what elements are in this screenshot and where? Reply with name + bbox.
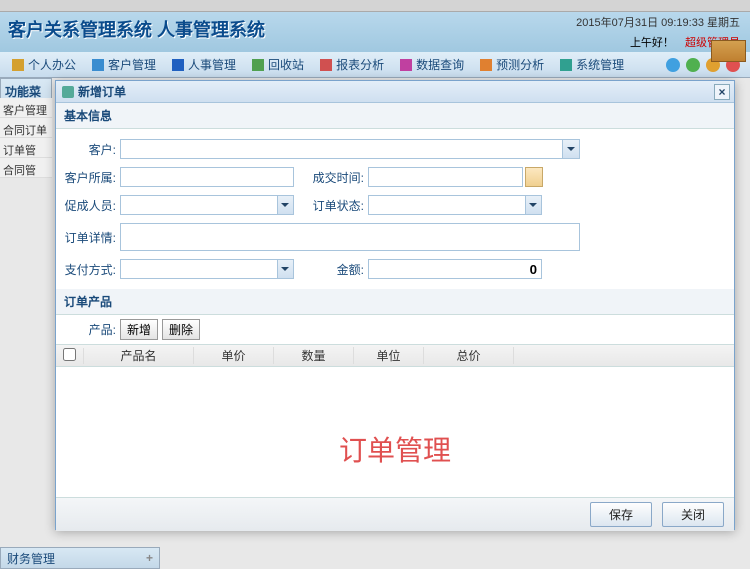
label-customer: 客户: <box>64 141 120 158</box>
close-icon[interactable]: × <box>714 84 730 100</box>
detail-input[interactable] <box>120 223 580 251</box>
grid-body <box>56 367 734 487</box>
col-total: 总价 <box>424 347 514 364</box>
label-paytype: 支付方式: <box>64 261 120 278</box>
bottom-panel-label: 财务管理 <box>7 550 55 567</box>
facilitator-input[interactable] <box>121 196 277 214</box>
col-unit: 单位 <box>354 347 424 364</box>
menu-forecast[interactable]: 预测分析 <box>472 52 552 77</box>
label-facilitator: 促成人员: <box>64 197 120 214</box>
dialog-icon <box>62 86 74 98</box>
amount-input[interactable] <box>368 259 542 279</box>
side-order[interactable]: 订单管 <box>0 138 52 158</box>
menu-recycle[interactable]: 回收站 <box>244 52 312 77</box>
save-button[interactable]: 保存 <box>590 502 652 527</box>
product-grid: 产品名 单价 数量 单位 总价 <box>56 344 734 487</box>
grid-checkbox-col <box>56 348 84 364</box>
dealtime-input[interactable] <box>368 167 523 187</box>
section-basic: 基本信息 <box>56 103 734 129</box>
bottom-panel[interactable]: 财务管理 + <box>0 547 160 569</box>
menu-hr[interactable]: 人事管理 <box>164 52 244 77</box>
col-name: 产品名 <box>84 347 194 364</box>
paytype-combo[interactable] <box>120 259 294 279</box>
logo-banner <box>711 40 746 62</box>
menu-customer[interactable]: 客户管理 <box>84 52 164 77</box>
col-qty: 数量 <box>274 347 354 364</box>
form: 客户: 客户所属: 成交时间: 促成人员: 订单状态: 订单详情: <box>56 129 734 289</box>
chevron-down-icon[interactable] <box>277 260 293 278</box>
expand-icon[interactable]: + <box>146 551 153 565</box>
label-detail: 订单详情: <box>64 229 120 246</box>
chevron-down-icon[interactable] <box>277 196 293 214</box>
facilitator-combo[interactable] <box>120 195 294 215</box>
menu-system[interactable]: 系统管理 <box>552 52 632 77</box>
dialog-title-bar[interactable]: 新增订单 × <box>56 81 734 103</box>
paytype-input[interactable] <box>121 260 277 278</box>
customer-input[interactable] <box>121 140 562 158</box>
dialog-body: 基本信息 客户: 客户所属: 成交时间: 促成人员: 订单状态: 订单详情: <box>56 103 734 497</box>
chevron-down-icon[interactable] <box>525 196 541 214</box>
section-products: 订单产品 <box>56 289 734 315</box>
side-contract-mgr[interactable]: 合同管 <box>0 158 52 178</box>
status-combo[interactable] <box>368 195 542 215</box>
label-dealtime: 成交时间: <box>312 169 368 186</box>
add-product-button[interactable]: 新增 <box>120 319 158 340</box>
label-belong: 客户所属: <box>64 169 120 186</box>
app-header: 客户关系管理系统 人事管理系统 2015年07月31日 09:19:33 星期五… <box>0 12 750 52</box>
side-contract[interactable]: 合同订单 <box>0 118 52 138</box>
label-amount: 金额: <box>312 261 368 278</box>
belong-input[interactable] <box>120 167 294 187</box>
chevron-down-icon[interactable] <box>562 140 579 158</box>
status-input[interactable] <box>369 196 525 214</box>
menu-report[interactable]: 报表分析 <box>312 52 392 77</box>
label-product: 产品: <box>64 321 120 338</box>
select-all-checkbox[interactable] <box>63 348 76 361</box>
greeting: 上午好！ <box>630 37 674 49</box>
side-customer[interactable]: 客户管理 <box>0 98 52 118</box>
product-toolbar: 产品: 新增 删除 <box>56 315 734 344</box>
sidebar: 客户管理 合同订单 订单管 合同管 <box>0 98 52 178</box>
new-order-dialog: 新增订单 × 基本信息 客户: 客户所属: 成交时间: 促成人员: 订单状态: <box>55 80 735 530</box>
main-menu: 个人办公 客户管理 人事管理 回收站 报表分析 数据查询 预测分析 系统管理 <box>0 52 750 78</box>
calendar-icon[interactable] <box>525 167 543 187</box>
tool-icon-2[interactable] <box>686 58 700 72</box>
customer-combo[interactable] <box>120 139 580 159</box>
label-status: 订单状态: <box>312 197 368 214</box>
delete-product-button[interactable]: 删除 <box>162 319 200 340</box>
datetime: 2015年07月31日 09:19:33 星期五 <box>576 14 740 30</box>
grid-header: 产品名 单价 数量 单位 总价 <box>56 345 734 367</box>
tool-icon-1[interactable] <box>666 58 680 72</box>
menu-query[interactable]: 数据查询 <box>392 52 472 77</box>
browser-chrome <box>0 0 750 12</box>
dialog-footer: 保存 关闭 <box>56 497 734 531</box>
close-button[interactable]: 关闭 <box>662 502 724 527</box>
dialog-title: 新增订单 <box>78 83 126 100</box>
col-price: 单价 <box>194 347 274 364</box>
menu-personal[interactable]: 个人办公 <box>4 52 84 77</box>
